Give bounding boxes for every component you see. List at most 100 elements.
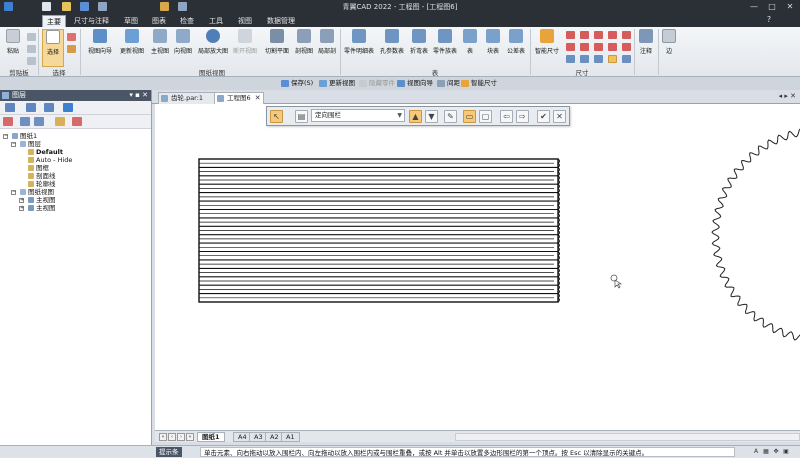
edge-button[interactable]: 边 [660,29,678,67]
gear-side-view[interactable] [711,127,800,343]
close-button[interactable]: ✕ [782,0,798,13]
next-sheet-button[interactable]: › [177,433,185,441]
prev-button[interactable]: ⇦ [500,110,513,123]
annotation-button[interactable]: 注释 [636,29,656,67]
bend-table-button[interactable]: 折弯表 [408,29,430,67]
next-button[interactable]: ⇨ [516,110,529,123]
dim-coordinate-icon[interactable] [580,55,589,63]
broken-view-button[interactable]: 断开视图 [231,29,259,67]
tab-scroll-icon[interactable]: ◂ ▸ ✕ [779,92,796,100]
parts-list-button[interactable]: 零件明细表 [342,29,376,67]
filter-remove-button[interactable]: ▼ [425,110,438,123]
tab-dimension-annotation[interactable]: 尺寸与注释 [70,15,113,27]
sheet-tab-a1[interactable]: A1 [281,432,300,442]
layer-hide-icon[interactable] [44,103,54,112]
last-sheet-button[interactable]: » [186,433,194,441]
paste-button[interactable]: 粘贴 [3,29,23,67]
tab-main[interactable]: 主要 [42,15,66,27]
fence-mode-dropdown[interactable]: 定向围栏 ▼ [311,109,405,122]
section-view-button[interactable]: 剖视图 [293,29,315,67]
prev-sheet-button[interactable]: ‹ [168,433,176,441]
dim-diameter-icon[interactable] [580,31,589,39]
format-painter-icon[interactable] [27,57,36,65]
cut-icon[interactable] [27,33,36,41]
view-icon[interactable]: ▣ [782,448,790,456]
tab-inspect[interactable]: 检查 [176,15,198,27]
smart-dimension-button-2[interactable]: 智能尺寸 [460,78,497,89]
dim-attach-icon[interactable] [608,55,617,63]
doc-tab-gear-part[interactable]: 齿轮.par:1 [158,92,217,104]
dim-chamfer-icon[interactable] [580,43,589,51]
select-mode-button[interactable]: ↖ [270,110,283,123]
block-table-button[interactable]: 块表 [483,29,503,67]
maximize-button[interactable]: □ [764,0,780,13]
layer-sort-icon[interactable] [20,117,30,126]
dim-chain-icon[interactable] [608,31,617,39]
tab-sketch[interactable]: 草图 [120,15,142,27]
cutting-plane-button[interactable]: 切割平面 [262,29,292,67]
view-wizard-button[interactable]: 视图向导 [84,29,116,67]
cutting-plane-icon [270,29,284,43]
pick-button[interactable]: ✎ [444,110,457,123]
tab-tools[interactable]: 工具 [205,15,227,27]
dim-angular-coordinate-icon[interactable] [608,43,617,51]
hole-table-button[interactable]: 孔参数表 [377,29,407,67]
dim-symmetric-icon[interactable] [594,31,603,39]
dim-format-icon[interactable] [622,55,631,63]
fence-inside-button[interactable]: ▭ [463,110,476,123]
first-sheet-button[interactable]: « [159,433,167,441]
panel-controls[interactable]: ▾ ▪ ✕ [129,90,148,101]
hidden-parts-button[interactable]: 隐藏零件 [358,78,395,89]
drawing-canvas[interactable] [155,104,800,430]
dim-arc-icon[interactable] [594,43,603,51]
spacing-button[interactable]: 间距 [436,78,460,89]
pan-icon[interactable]: ✥ [772,448,780,456]
sheet-tab-1[interactable]: 图纸1 [197,432,225,442]
accept-button[interactable]: ✔ [537,110,550,123]
fence-overlap-button[interactable]: ▢ [479,110,492,123]
select-filter-icon[interactable] [67,33,76,41]
doc-tab-drawing6[interactable]: 工程图6 ✕ [214,92,264,104]
detail-view-button[interactable]: 局部放大图 [196,29,230,67]
minimize-button[interactable]: — [746,0,762,13]
table-button[interactable]: 表 [461,29,479,67]
layer-delete-icon[interactable] [72,117,82,126]
layer-add-icon[interactable] [55,117,65,126]
select-options-button[interactable]: ▤ [295,110,308,123]
layer-show-icon[interactable] [26,103,36,112]
dim-edit-icon[interactable] [622,31,631,39]
filter-add-button[interactable]: ▲ [409,110,422,123]
update-view-button[interactable]: 更新视图 [318,78,355,89]
dim-linear-icon[interactable] [566,31,575,39]
layer-move-icon[interactable] [34,117,44,126]
save-button[interactable]: 保存(S) [280,78,313,89]
tab-data-management[interactable]: 数据管理 [263,15,299,27]
tolerance-table-button[interactable]: 公差表 [504,29,528,67]
dim-angle-icon[interactable] [566,43,575,51]
aux-view-button[interactable]: 向视图 [172,29,194,67]
main-view-button[interactable]: 主视图 [149,29,171,67]
view-wizard-button-2[interactable]: 视图向导 [396,78,433,89]
cancel-button[interactable]: ✕ [553,110,566,123]
select-options-icon[interactable] [67,45,76,53]
help-icon[interactable]: ? [764,13,774,26]
zoom-icon[interactable]: A [752,448,760,456]
copy-icon[interactable] [27,45,36,53]
layer-filter-icon[interactable] [3,117,13,126]
fit-icon[interactable]: ▦ [762,448,770,456]
dim-radius-icon[interactable] [566,55,575,63]
dim-tolerance-icon[interactable] [622,43,631,51]
update-views-button[interactable]: 更新视图 [117,29,147,67]
layer-help-icon[interactable] [63,103,73,112]
close-tab-icon[interactable]: ✕ [255,93,261,104]
local-section-button[interactable]: 局部剖 [316,29,338,67]
horizontal-scrollbar[interactable] [455,433,800,441]
tab-view[interactable]: 视图 [234,15,256,27]
gear-front-view[interactable] [198,158,560,303]
layer-new-icon[interactable] [5,103,15,112]
smart-dimension-button[interactable]: 智能尺寸 [532,29,562,67]
select-button[interactable]: 选择 [42,29,64,67]
tab-chart[interactable]: 图表 [148,15,170,27]
part-family-table-button[interactable]: 零件族表 [431,29,459,67]
dim-baseline-icon[interactable] [594,55,603,63]
